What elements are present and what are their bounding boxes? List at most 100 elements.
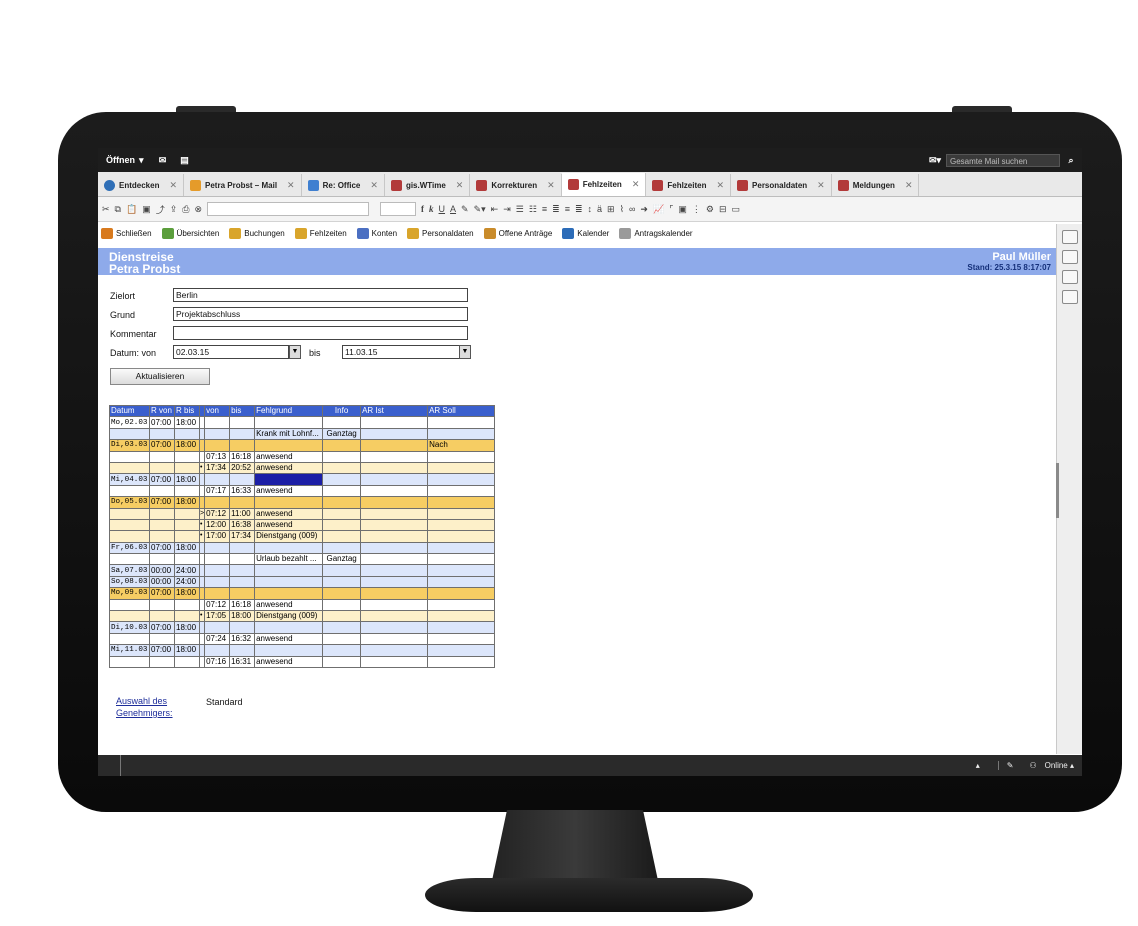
table-row[interactable]: 07:13 16:18 anwesend — [109, 450, 496, 463]
table-row[interactable]: Di,10.03 07:00 18:00 — [109, 621, 496, 634]
action-4[interactable]: Konten — [356, 227, 397, 239]
clear-icon[interactable]: ⊗ — [194, 204, 202, 215]
line-spacing-icon[interactable]: ↕ — [588, 204, 593, 214]
close-icon[interactable]: ✕ — [287, 180, 295, 191]
close-icon[interactable]: ✕ — [456, 180, 464, 191]
spellcheck-icon[interactable]: ä — [597, 204, 602, 214]
approver-link[interactable]: Auswahl des Genehmigers: — [116, 695, 173, 719]
action-1[interactable]: Übersichten — [161, 227, 219, 239]
status-icon[interactable]: ⚇ — [1029, 761, 1036, 770]
close-icon[interactable]: ✕ — [905, 180, 913, 191]
pen-icon[interactable]: ✎▾ — [474, 204, 486, 215]
tab-3[interactable]: gis.WTime ✕ — [385, 174, 471, 196]
tab-0[interactable]: Entdecken ✕ — [98, 174, 185, 196]
highlight-icon[interactable]: ✎ — [461, 204, 469, 215]
table-row[interactable]: Mi,04.03 07:00 18:00 — [109, 473, 496, 486]
tab-8[interactable]: Meldungen ✕ — [832, 174, 920, 196]
chart-icon[interactable]: 📈 — [653, 204, 664, 215]
date-from-dropdown[interactable]: ▼ — [289, 345, 301, 359]
search-icon[interactable]: ⌕ — [1064, 154, 1078, 166]
action-8[interactable]: Antragskalender — [619, 227, 693, 239]
font-icon[interactable]: f — [421, 204, 424, 214]
align-center-icon[interactable]: ≣ — [552, 204, 560, 215]
edit-icon[interactable]: ✎ — [997, 761, 1013, 770]
calendar-icon[interactable] — [1062, 270, 1078, 284]
table-row[interactable]: Di,03.03 07:00 18:00 Nach — [109, 439, 496, 452]
table-row[interactable]: Mo,02.03 07:00 18:00 — [109, 416, 496, 429]
tab-5[interactable]: Fehlzeiten ✕ — [561, 173, 647, 196]
open-menu-button[interactable]: Öffnen ▾ — [98, 155, 152, 166]
table-row[interactable]: Fr,06.03 07:00 18:00 — [109, 541, 496, 555]
table-row[interactable]: 07:12 16:18 anwesend — [109, 598, 496, 612]
table-row[interactable]: Mi,11.03 07:00 18:00 — [109, 644, 496, 657]
align-right-icon[interactable]: ≡ — [565, 204, 570, 214]
update-button[interactable]: Aktualisieren — [110, 368, 210, 385]
italic-icon[interactable]: k — [429, 204, 434, 214]
table-row[interactable]: • 12:00 16:38 anwesend — [109, 518, 496, 532]
insert-icon[interactable]: ⤴ — [156, 203, 165, 216]
numbered-list-icon[interactable]: ☷ — [529, 204, 537, 215]
tab-4[interactable]: Korrekturen ✕ — [470, 174, 562, 196]
briefcase-icon[interactable]: ⊟ — [719, 204, 727, 215]
feed-icon[interactable] — [1062, 250, 1078, 264]
attach-icon[interactable]: ⌇ — [620, 204, 624, 215]
close-icon[interactable]: ✕ — [370, 180, 378, 191]
action-5[interactable]: Personaldaten — [407, 227, 474, 239]
mail-filter-icon[interactable]: ✉▾ — [928, 154, 942, 166]
close-icon[interactable]: ✕ — [716, 180, 724, 191]
search-input[interactable]: Gesamte Mail suchen — [946, 153, 1060, 167]
table-row[interactable]: Do,05.03 07:00 18:00 — [109, 496, 496, 509]
date-from-field[interactable]: 02.03.15 — [173, 345, 289, 359]
action-0[interactable]: Schließen — [101, 227, 152, 239]
list-icon[interactable]: ▤ — [178, 154, 192, 166]
close-icon[interactable]: ✕ — [817, 180, 825, 191]
action-2[interactable]: Buchungen — [229, 227, 285, 239]
kommentar-field[interactable] — [173, 326, 468, 340]
table-row[interactable]: • 17:34 20:52 anwesend — [109, 461, 496, 475]
table-row[interactable]: Krank mit Lohnf... Ganztag — [109, 427, 496, 441]
table-row[interactable]: 07:24 16:32 anwesend — [109, 632, 496, 646]
online-status[interactable]: Online ▴ — [1045, 761, 1074, 770]
justify-icon[interactable]: ≣ — [575, 204, 583, 215]
bullet-list-icon[interactable]: ☰ — [516, 204, 524, 215]
table-row[interactable]: • 17:05 18:00 Dienstgang (009) — [109, 610, 496, 623]
cut-icon[interactable]: ✂ — [102, 204, 110, 215]
table-icon[interactable]: ⊞ — [607, 204, 615, 215]
grund-field[interactable]: Projektabschluss — [173, 307, 468, 321]
date-to-field[interactable]: 11.03.15 — [342, 345, 460, 359]
puzzle-icon[interactable]: ⚙ — [706, 204, 714, 215]
action-7[interactable]: Kalender — [562, 227, 609, 239]
sametime-icon[interactable] — [1062, 230, 1078, 244]
close-icon[interactable]: ✕ — [169, 180, 177, 191]
outdent-icon[interactable]: ⇤ — [491, 204, 499, 215]
scrollbar[interactable] — [1056, 463, 1059, 518]
text-color-icon[interactable]: A — [450, 204, 456, 214]
indent-icon[interactable]: ⇥ — [503, 204, 511, 215]
image-icon[interactable]: ▣ — [678, 204, 687, 215]
table-row[interactable]: Sa,07.03 00:00 24:00 — [109, 564, 496, 577]
table-row[interactable]: Mo,09.03 07:00 18:00 — [109, 587, 496, 600]
font-size-select[interactable] — [380, 202, 417, 216]
close-icon[interactable]: ✕ — [632, 179, 640, 190]
upload-icon[interactable]: ⇪ — [170, 204, 178, 215]
close-icon[interactable]: ✕ — [547, 180, 555, 191]
action-3[interactable]: Fehlzeiten — [294, 227, 347, 239]
paste-special-icon[interactable]: ▣ — [142, 204, 151, 215]
tab-6[interactable]: Fehlzeiten ✕ — [646, 174, 732, 196]
frame-icon[interactable]: ⌜ — [669, 204, 673, 215]
underline-icon[interactable]: U — [439, 204, 446, 214]
table-row[interactable]: 07:17 16:33 anwesend — [109, 484, 496, 498]
table-row[interactable]: 07:16 16:31 anwesend — [109, 655, 496, 669]
table-row[interactable]: So,08.03 00:00 24:00 — [109, 575, 496, 589]
zielort-field[interactable]: Berlin — [173, 288, 468, 302]
link-icon[interactable]: ∞ — [629, 204, 635, 214]
align-left-icon[interactable]: ≡ — [542, 204, 547, 214]
tab-7[interactable]: Personaldaten ✕ — [731, 174, 832, 196]
table-row[interactable]: Urlaub bezahlt ... Ganztag — [109, 553, 496, 566]
date-to-dropdown[interactable]: ▼ — [459, 345, 471, 359]
briefcase-icon[interactable] — [1062, 290, 1078, 304]
table-row[interactable]: >07:12 11:00 anwesend — [109, 507, 496, 520]
more-icon[interactable]: ⋮ — [692, 204, 701, 215]
tab-2[interactable]: Re: Office ✕ — [302, 174, 385, 196]
table-row[interactable]: • 17:00 17:34 Dienstgang (009) — [109, 530, 496, 543]
